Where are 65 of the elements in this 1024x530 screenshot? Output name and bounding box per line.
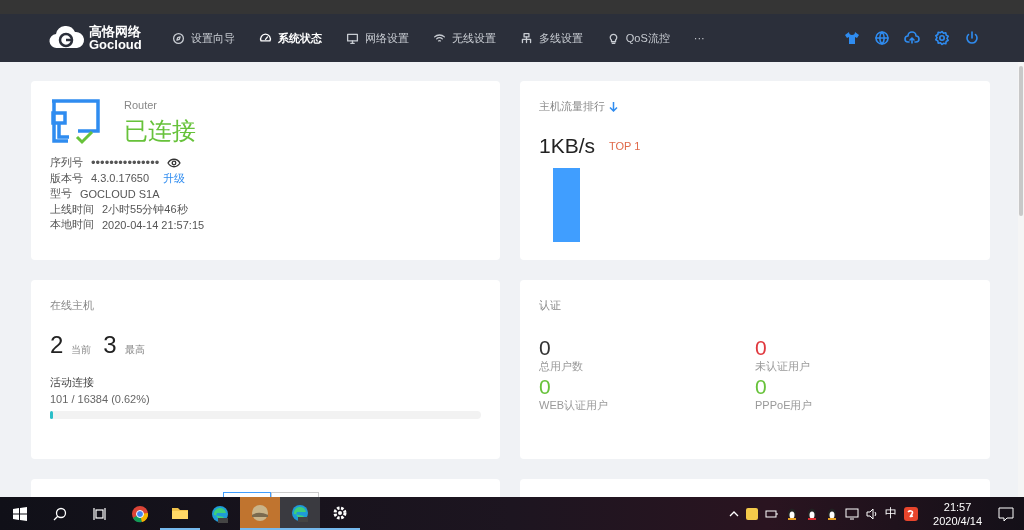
scrollbar-thumb[interactable] [1019,66,1023,216]
card-title: 在线主机 [50,298,95,313]
field-value: 4.3.0.17650 [91,172,150,185]
monitor-icon [345,31,359,45]
nav-tab[interactable]: 多线设置 [507,26,595,50]
compass-icon [171,31,185,45]
network-icon [519,31,533,45]
tray-app-icon[interactable] [745,506,760,521]
brand-name: 高恪网络 [89,25,142,38]
stat-label: WEB认证用户 [539,398,610,413]
nav-tab[interactable]: 设置向导 [159,26,247,50]
clock-time[interactable]: 21:57 [943,499,972,514]
start-icon[interactable] [13,506,27,521]
device-type: Router [124,99,159,111]
field-value: 2小时55分钟46秒 [102,201,188,217]
stat-label: PPPoE用户 [755,398,814,413]
card-title: 认证 [539,298,562,313]
power-icon[interactable] [964,30,980,46]
nav-tab[interactable]: ··· [681,26,717,50]
count-label: 当前 [71,343,92,357]
nav-tab[interactable]: 系统状态 [246,26,334,50]
traffic-speed: 1KB/s [539,134,596,158]
connection-status: 已连接 [124,116,196,146]
stat-label: 总用户数 [539,359,584,374]
connections-label: 活动连接 [50,375,95,390]
eye-icon[interactable] [167,157,182,168]
nav-tab[interactable]: 无线设置 [420,26,508,50]
field-value: GOCLOUD S1A [80,187,160,200]
settings-icon[interactable] [934,30,950,46]
count-label: 最高 [124,343,145,357]
user-count: 0 [755,337,768,359]
input-app-icon[interactable] [903,505,920,522]
notification-icon[interactable] [998,505,1014,522]
brand-subtitle: Gocloud [89,38,142,51]
wifi-icon [432,31,446,45]
upload-icon[interactable] [904,30,920,46]
globe-icon[interactable] [874,30,890,46]
masked-value: ••••••••••••••• [91,156,160,170]
field-label: 型号 [50,186,72,202]
host-count: 2 [50,331,64,359]
field-value: 2020-04-14 21:57:15 [102,218,205,231]
user-count: 0 [539,376,552,398]
shirt-icon[interactable] [844,30,860,46]
connections-reading: 101 / 16384 (0.62%) [50,393,151,405]
host-count: 3 [103,331,117,359]
user-count: 0 [539,337,552,359]
arrow-down-icon[interactable] [609,101,618,112]
task-view-icon[interactable] [93,506,107,521]
field-label: 版本号 [50,170,83,186]
rank-label: TOP 1 [609,140,641,152]
input-method[interactable]: 中 [885,505,898,522]
clock-date[interactable]: 2020/4/14 [933,513,982,528]
field-label: 序列号 [50,155,83,171]
gauge-icon [258,31,272,45]
user-count: 0 [755,376,768,398]
chevron-up-icon[interactable] [729,509,740,518]
field-label: 本地时间 [50,217,94,233]
stat-label: 未认证用户 [755,359,811,374]
nav-tab[interactable]: QoS流控 [594,26,682,50]
upgrade-link[interactable]: 升级 [163,170,186,186]
network-icon[interactable] [845,506,860,521]
nav-tab[interactable]: 网络设置 [333,26,421,50]
search-icon[interactable] [53,506,67,521]
card-title: 主机流量排行 [539,99,605,114]
field-label: 上线时间 [50,201,94,217]
